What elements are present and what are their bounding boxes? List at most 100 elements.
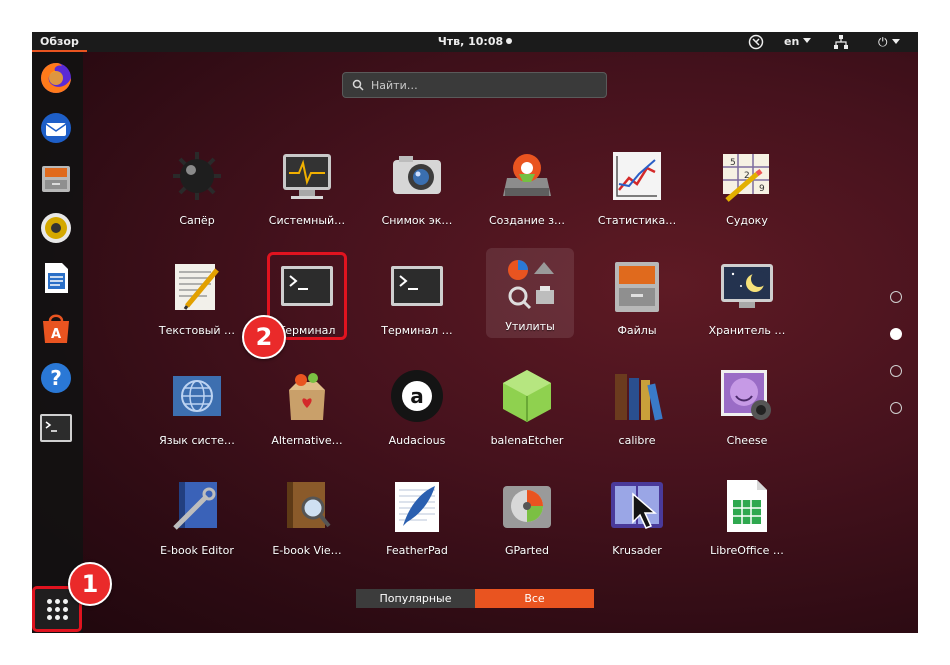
network-icon[interactable]: [834, 35, 848, 49]
app-label: Cheese: [726, 434, 768, 447]
gparted-disk-icon: [503, 486, 551, 528]
page-dot[interactable]: [890, 402, 902, 414]
chevron-down-icon: [803, 38, 812, 43]
app-cheese[interactable]: Cheese: [692, 358, 802, 458]
app-label: Alternative…: [271, 434, 343, 447]
app-alternative[interactable]: Alternative…: [252, 358, 362, 458]
app-label: FeatherPad: [386, 544, 448, 557]
libreoffice-writer-icon[interactable]: [38, 260, 74, 296]
app-screenshot[interactable]: Снимок эк…: [362, 138, 472, 238]
app-label: Krusader: [612, 544, 662, 557]
screenshot-camera-icon: [393, 156, 441, 194]
app-balena-etcher[interactable]: balenaEtcher: [472, 358, 582, 458]
app-label: GParted: [505, 544, 549, 557]
app-label: Текстовый …: [158, 324, 236, 337]
file-cabinet-icon: [615, 262, 659, 312]
app-label: Audacious: [388, 434, 446, 447]
app-language-support[interactable]: Язык систе…: [142, 358, 252, 458]
app-system-monitor[interactable]: Системный…: [252, 138, 362, 238]
rhythmbox-icon[interactable]: [38, 210, 74, 246]
calibre-books-icon: [615, 374, 663, 421]
terminal-dock-icon[interactable]: [38, 410, 74, 446]
app-label: Сапёр: [179, 214, 215, 227]
screensaver-icon: [721, 264, 773, 308]
app-label: Терминал …: [381, 324, 453, 337]
app-label: Утилиты: [505, 320, 555, 333]
app-label: Снимок эк…: [381, 214, 453, 227]
top-bar: Обзор Чтв, 10:08 en ⏻: [32, 32, 918, 52]
power-icon: ⏻: [878, 35, 888, 49]
alternative-box-icon: [289, 373, 325, 420]
app-text-editor[interactable]: Текстовый …: [142, 248, 252, 348]
text-editor-icon: [175, 264, 219, 310]
mines-icon: [173, 152, 221, 200]
language-globe-icon: [173, 376, 221, 416]
search-icon: [352, 79, 364, 91]
language-indicator[interactable]: en: [784, 32, 812, 52]
view-switcher: Популярные Все: [356, 589, 594, 608]
app-label: Создание з…: [488, 214, 566, 227]
featherpad-icon: [395, 482, 439, 532]
app-audacious[interactable]: a Audacious: [362, 358, 472, 458]
app-sudoku[interactable]: 5 2 9 Судоку: [692, 138, 802, 238]
activities-button[interactable]: Обзор: [32, 32, 87, 52]
app-startup-disk-creator[interactable]: Создание з…: [472, 138, 582, 238]
accessibility-icon[interactable]: [748, 34, 764, 50]
app-label: E-book Editor: [160, 544, 234, 557]
app-gparted[interactable]: GParted: [472, 468, 582, 568]
svg-text:A: A: [51, 327, 61, 342]
thunderbird-icon[interactable]: [38, 110, 74, 146]
svg-text:a: a: [410, 384, 424, 408]
app-files[interactable]: Файлы: [582, 248, 692, 348]
app-terminal-2[interactable]: Терминал …: [362, 248, 472, 348]
step-badge-1: 1: [68, 562, 112, 606]
svg-text:9: 9: [759, 184, 765, 194]
tab-popular[interactable]: Популярные: [356, 589, 475, 608]
dock: A ?: [32, 52, 83, 633]
app-label: LibreOffice …: [710, 544, 784, 557]
app-label: Судоку: [726, 214, 768, 227]
app-label: Язык систе…: [159, 434, 235, 447]
clock-text: Чтв, 10:08: [437, 35, 504, 48]
ebook-viewer-icon: [287, 482, 331, 528]
app-calibre[interactable]: calibre: [582, 358, 692, 458]
language-label: en: [784, 35, 800, 48]
krusader-icon: [611, 482, 663, 529]
tab-all[interactable]: Все: [475, 589, 594, 608]
clock-button[interactable]: Чтв, 10:08: [437, 35, 513, 48]
help-icon[interactable]: ?: [38, 360, 74, 396]
app-krusader[interactable]: Krusader: [582, 468, 692, 568]
app-label: calibre: [618, 434, 656, 447]
page-dot[interactable]: [890, 291, 902, 303]
step-badge-2: 2: [242, 315, 286, 359]
page-dot-active[interactable]: [890, 328, 902, 340]
svg-text:5: 5: [730, 158, 736, 168]
system-monitor-icon: [283, 154, 331, 199]
firefox-icon[interactable]: [38, 60, 74, 96]
chevron-down-icon: [891, 39, 900, 44]
app-statistics[interactable]: Статистика…: [582, 138, 692, 238]
notification-dot-icon: [506, 38, 513, 44]
system-menu[interactable]: ⏻: [878, 32, 900, 52]
app-label: Статистика…: [597, 214, 677, 227]
app-label: Системный…: [268, 214, 346, 227]
app-label: balenaEtcher: [490, 434, 564, 447]
app-ebook-editor[interactable]: E-book Editor: [142, 468, 252, 568]
app-label: Файлы: [617, 324, 657, 337]
page-dot[interactable]: [890, 365, 902, 377]
balena-etcher-icon: [503, 370, 551, 422]
app-featherpad[interactable]: FeatherPad: [362, 468, 472, 568]
audacious-icon: a: [391, 370, 443, 422]
utilities-folder-icon: [508, 260, 554, 310]
app-mines[interactable]: Сапёр: [142, 138, 252, 238]
search-input[interactable]: [371, 76, 601, 94]
svg-text:?: ?: [50, 366, 62, 390]
app-label: E-book Vie…: [272, 544, 342, 557]
app-screensaver[interactable]: Хранитель …: [692, 248, 802, 348]
app-ebook-viewer[interactable]: E-book Vie…: [252, 468, 362, 568]
search-box[interactable]: [342, 72, 607, 98]
software-center-icon[interactable]: A: [38, 310, 74, 346]
app-utilities-folder[interactable]: Утилиты: [486, 248, 574, 338]
files-cabinet-icon[interactable]: [38, 160, 74, 196]
app-libreoffice[interactable]: LibreOffice …: [692, 468, 802, 568]
